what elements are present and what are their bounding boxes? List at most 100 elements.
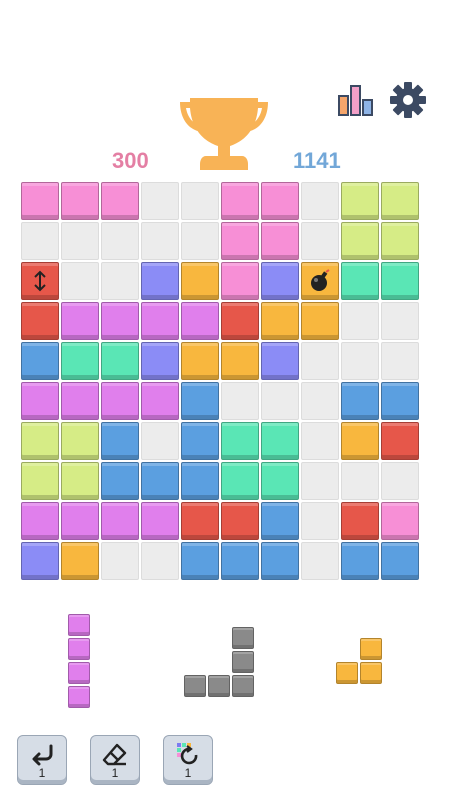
board-cell-filled[interactable]	[341, 422, 379, 460]
board-cell-filled[interactable]	[181, 462, 219, 500]
board-cell-filled[interactable]	[381, 502, 419, 540]
board-cell-filled[interactable]	[181, 542, 219, 580]
board-cell-empty[interactable]	[141, 222, 179, 260]
board-cell-filled[interactable]	[21, 382, 59, 420]
board-cell-empty[interactable]	[61, 222, 99, 260]
board-cell-filled[interactable]	[341, 542, 379, 580]
board-cell-empty[interactable]	[181, 182, 219, 220]
board-cell-filled[interactable]	[261, 302, 299, 340]
board-cell-empty[interactable]	[381, 302, 419, 340]
piece-l-small[interactable]	[336, 638, 384, 686]
board-cell-filled[interactable]	[141, 342, 179, 380]
board-cell-filled[interactable]	[61, 302, 99, 340]
board-cell-filled[interactable]	[341, 222, 379, 260]
board-cell-filled[interactable]	[21, 422, 59, 460]
board-cell-empty[interactable]	[181, 222, 219, 260]
refresh-pieces-button[interactable]: 1	[163, 735, 213, 785]
board-cell-filled[interactable]	[381, 182, 419, 220]
board-cell-empty[interactable]	[101, 222, 139, 260]
board-cell-filled[interactable]	[181, 262, 219, 300]
board-cell-filled[interactable]	[21, 302, 59, 340]
board-cell-filled[interactable]	[181, 502, 219, 540]
leaderboard-button[interactable]	[336, 80, 376, 120]
board-cell-empty[interactable]	[301, 422, 339, 460]
board-cell-filled[interactable]	[221, 422, 259, 460]
board-cell-filled[interactable]	[61, 422, 99, 460]
board-cell-empty[interactable]	[381, 342, 419, 380]
board-cell-empty[interactable]	[21, 222, 59, 260]
board-cell-empty[interactable]	[221, 382, 259, 420]
board-cell-filled[interactable]	[381, 222, 419, 260]
board-cell-filled[interactable]	[61, 182, 99, 220]
board-cell-filled[interactable]	[141, 262, 179, 300]
board-cell-filled[interactable]	[221, 182, 259, 220]
board-cell-filled[interactable]	[181, 382, 219, 420]
board-cell-filled[interactable]	[381, 262, 419, 300]
board-cell-filled[interactable]	[261, 422, 299, 460]
eraser-button[interactable]: 1	[90, 735, 140, 785]
board-cell-filled[interactable]	[21, 262, 59, 300]
board-cell-empty[interactable]	[301, 462, 339, 500]
board-cell-filled[interactable]	[101, 342, 139, 380]
board-cell-filled[interactable]	[261, 462, 299, 500]
board-cell-filled[interactable]	[181, 302, 219, 340]
piece-vertical-bar[interactable]	[68, 614, 92, 710]
board-cell-empty[interactable]	[301, 502, 339, 540]
board-cell-empty[interactable]	[301, 182, 339, 220]
board-cell-empty[interactable]	[261, 382, 299, 420]
board-cell-filled[interactable]	[221, 502, 259, 540]
board-cell-filled[interactable]	[341, 382, 379, 420]
board-cell-filled[interactable]	[301, 262, 339, 300]
game-board[interactable]	[20, 181, 420, 581]
board-cell-filled[interactable]	[101, 382, 139, 420]
board-cell-empty[interactable]	[301, 222, 339, 260]
board-cell-filled[interactable]	[341, 502, 379, 540]
board-cell-filled[interactable]	[341, 182, 379, 220]
board-cell-filled[interactable]	[101, 302, 139, 340]
board-cell-empty[interactable]	[61, 262, 99, 300]
board-cell-empty[interactable]	[141, 542, 179, 580]
board-cell-filled[interactable]	[221, 262, 259, 300]
board-cell-filled[interactable]	[101, 182, 139, 220]
board-cell-filled[interactable]	[221, 302, 259, 340]
board-cell-filled[interactable]	[21, 182, 59, 220]
board-cell-filled[interactable]	[21, 502, 59, 540]
board-cell-empty[interactable]	[141, 422, 179, 460]
board-cell-filled[interactable]	[61, 462, 99, 500]
board-cell-filled[interactable]	[221, 342, 259, 380]
board-cell-filled[interactable]	[141, 382, 179, 420]
board-cell-filled[interactable]	[141, 502, 179, 540]
board-cell-filled[interactable]	[61, 342, 99, 380]
board-cell-filled[interactable]	[61, 542, 99, 580]
board-cell-empty[interactable]	[141, 182, 179, 220]
board-cell-filled[interactable]	[261, 342, 299, 380]
board-cell-filled[interactable]	[221, 542, 259, 580]
board-cell-filled[interactable]	[61, 382, 99, 420]
board-cell-filled[interactable]	[21, 542, 59, 580]
board-cell-empty[interactable]	[341, 462, 379, 500]
board-cell-filled[interactable]	[141, 302, 179, 340]
board-cell-filled[interactable]	[221, 222, 259, 260]
board-cell-filled[interactable]	[381, 382, 419, 420]
board-cell-empty[interactable]	[101, 542, 139, 580]
board-cell-filled[interactable]	[21, 342, 59, 380]
board-cell-filled[interactable]	[381, 542, 419, 580]
board-cell-filled[interactable]	[221, 462, 259, 500]
board-cell-empty[interactable]	[381, 462, 419, 500]
board-cell-filled[interactable]	[261, 542, 299, 580]
piece-j-shape[interactable]	[184, 627, 256, 699]
board-cell-empty[interactable]	[341, 302, 379, 340]
board-cell-filled[interactable]	[301, 302, 339, 340]
board-cell-empty[interactable]	[301, 382, 339, 420]
board-cell-filled[interactable]	[261, 222, 299, 260]
settings-button[interactable]	[388, 80, 428, 120]
board-cell-filled[interactable]	[101, 422, 139, 460]
board-cell-filled[interactable]	[101, 462, 139, 500]
board-cell-filled[interactable]	[261, 182, 299, 220]
board-cell-filled[interactable]	[141, 462, 179, 500]
undo-button[interactable]: 1	[17, 735, 67, 785]
board-cell-filled[interactable]	[261, 262, 299, 300]
board-cell-filled[interactable]	[101, 502, 139, 540]
board-cell-empty[interactable]	[301, 342, 339, 380]
board-cell-filled[interactable]	[21, 462, 59, 500]
